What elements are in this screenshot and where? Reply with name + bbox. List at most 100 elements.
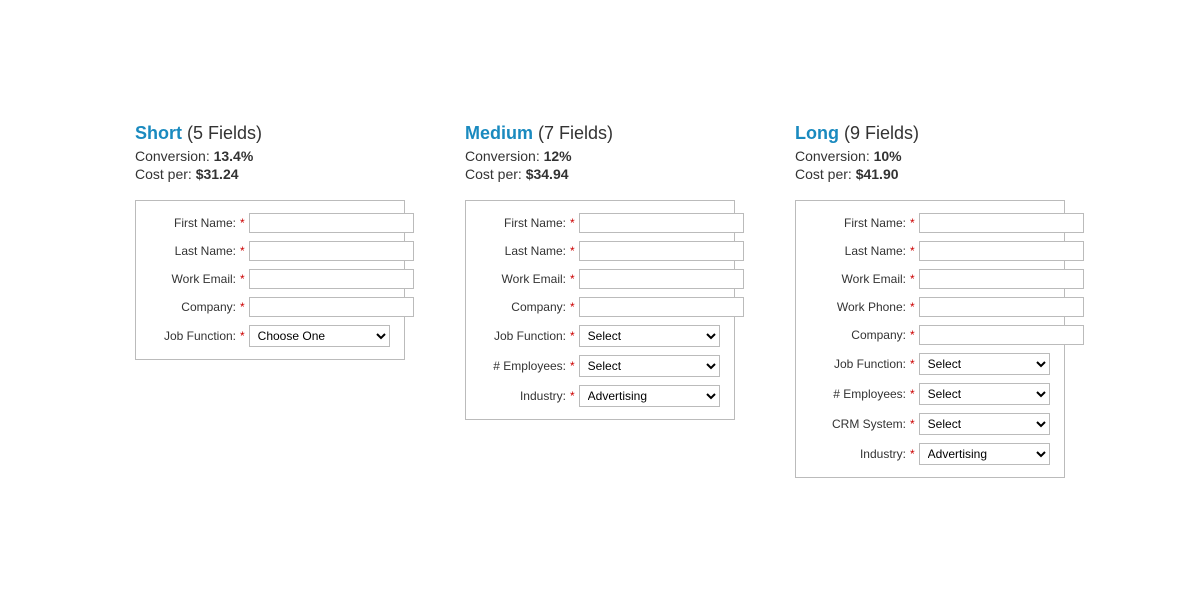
medium-field-row-0: First Name:* bbox=[480, 213, 720, 233]
medium-field-row-1: Last Name:* bbox=[480, 241, 720, 261]
short-field-row-0: First Name:* bbox=[150, 213, 390, 233]
long-conversion-value: 10% bbox=[874, 148, 902, 164]
medium-required-star-4: * bbox=[570, 329, 575, 343]
short-title: Short (5 Fields) bbox=[135, 123, 262, 144]
long-required-star-0: * bbox=[910, 216, 915, 230]
long-field-row-4: Company:* bbox=[810, 325, 1050, 345]
short-conversion: Conversion: 13.4% bbox=[135, 148, 253, 164]
long-select-7[interactable]: Select bbox=[919, 413, 1050, 435]
long-form-box: First Name:*Last Name:*Work Email:*Work … bbox=[795, 200, 1065, 478]
short-select-4[interactable]: Choose One bbox=[249, 325, 390, 347]
form-column-long: Long (9 Fields) Conversion: 10% Cost per: … bbox=[795, 123, 1065, 478]
medium-field-label-3: Company: bbox=[480, 300, 570, 314]
long-field-row-6: # Employees:*Select bbox=[810, 383, 1050, 405]
short-field-label-2: Work Email: bbox=[150, 272, 240, 286]
long-field-label-1: Last Name: bbox=[810, 244, 910, 258]
medium-cost: Cost per: $34.94 bbox=[465, 166, 569, 182]
medium-required-star-3: * bbox=[570, 300, 575, 314]
medium-field-label-6: Industry: bbox=[480, 389, 570, 403]
medium-required-star-2: * bbox=[570, 272, 575, 286]
short-required-star-2: * bbox=[240, 272, 245, 286]
medium-cost-value: $34.94 bbox=[526, 166, 569, 182]
medium-field-row-6: Industry:* Advertising bbox=[480, 385, 720, 407]
long-title-highlight: (9 Fields) bbox=[844, 123, 919, 143]
long-input-2[interactable] bbox=[919, 269, 1084, 289]
long-required-star-3: * bbox=[910, 300, 915, 314]
short-field-label-0: First Name: bbox=[150, 216, 240, 230]
long-select-6[interactable]: Select bbox=[919, 383, 1050, 405]
medium-field-label-5: # Employees: bbox=[480, 359, 570, 373]
short-field-label-4: Job Function: bbox=[150, 329, 240, 343]
short-field-row-2: Work Email:* bbox=[150, 269, 390, 289]
long-select-5[interactable]: Select bbox=[919, 353, 1050, 375]
long-input-0[interactable] bbox=[919, 213, 1084, 233]
medium-required-star-5: * bbox=[570, 359, 575, 373]
medium-field-row-5: # Employees:* Select bbox=[480, 355, 720, 377]
long-required-star-7: * bbox=[910, 417, 915, 431]
medium-input-0[interactable] bbox=[579, 213, 744, 233]
medium-title: Medium (7 Fields) bbox=[465, 123, 613, 144]
long-required-star-5: * bbox=[910, 357, 915, 371]
long-title: Long (9 Fields) bbox=[795, 123, 919, 144]
long-conversion: Conversion: 10% bbox=[795, 148, 902, 164]
medium-title-highlight: (7 Fields) bbox=[538, 123, 613, 143]
short-form-box: First Name:*Last Name:*Work Email:*Compa… bbox=[135, 200, 405, 360]
short-field-row-4: Job Function:* Choose One bbox=[150, 325, 390, 347]
long-field-row-1: Last Name:* bbox=[810, 241, 1050, 261]
medium-form-box: First Name:*Last Name:*Work Email:*Compa… bbox=[465, 200, 735, 420]
medium-input-1[interactable] bbox=[579, 241, 744, 261]
long-field-row-7: CRM System:*Select bbox=[810, 413, 1050, 435]
long-required-star-4: * bbox=[910, 328, 915, 342]
form-column-short: Short (5 Fields) Conversion: 13.4% Cost pe… bbox=[135, 123, 405, 360]
short-field-label-1: Last Name: bbox=[150, 244, 240, 258]
short-input-1[interactable] bbox=[249, 241, 414, 261]
long-field-label-0: First Name: bbox=[810, 216, 910, 230]
medium-input-3[interactable] bbox=[579, 297, 744, 317]
short-cost: Cost per: $31.24 bbox=[135, 166, 239, 182]
long-field-row-0: First Name:* bbox=[810, 213, 1050, 233]
short-conversion-value: 13.4% bbox=[214, 148, 254, 164]
short-required-star-3: * bbox=[240, 300, 245, 314]
long-title-plain: Long bbox=[795, 123, 844, 143]
short-title-highlight: (5 Fields) bbox=[187, 123, 262, 143]
long-field-label-2: Work Email: bbox=[810, 272, 910, 286]
long-select-8[interactable]: Advertising bbox=[919, 443, 1050, 465]
long-input-3[interactable] bbox=[919, 297, 1084, 317]
short-required-star-1: * bbox=[240, 244, 245, 258]
short-title-plain: Short bbox=[135, 123, 187, 143]
medium-required-star-1: * bbox=[570, 244, 575, 258]
long-required-star-8: * bbox=[910, 447, 915, 461]
medium-field-label-1: Last Name: bbox=[480, 244, 570, 258]
long-field-label-5: Job Function: bbox=[810, 357, 910, 371]
short-field-row-1: Last Name:* bbox=[150, 241, 390, 261]
medium-select-5[interactable]: Select bbox=[579, 355, 720, 377]
medium-field-row-4: Job Function:*Select bbox=[480, 325, 720, 347]
short-input-3[interactable] bbox=[249, 297, 414, 317]
long-input-1[interactable] bbox=[919, 241, 1084, 261]
short-input-0[interactable] bbox=[249, 213, 414, 233]
long-required-star-6: * bbox=[910, 387, 915, 401]
long-field-label-8: Industry: bbox=[810, 447, 910, 461]
long-field-row-5: Job Function:* Select bbox=[810, 353, 1050, 375]
page-wrapper: Short (5 Fields) Conversion: 13.4% Cost pe… bbox=[95, 83, 1105, 518]
medium-conversion: Conversion: 12% bbox=[465, 148, 572, 164]
medium-conversion-value: 12% bbox=[544, 148, 572, 164]
medium-field-label-2: Work Email: bbox=[480, 272, 570, 286]
medium-select-4[interactable]: Select bbox=[579, 325, 720, 347]
short-input-2[interactable] bbox=[249, 269, 414, 289]
long-input-4[interactable] bbox=[919, 325, 1084, 345]
long-cost: Cost per: $41.90 bbox=[795, 166, 899, 182]
short-required-star-4: * bbox=[240, 329, 245, 343]
medium-select-6[interactable]: Advertising bbox=[579, 385, 720, 407]
short-required-star-0: * bbox=[240, 216, 245, 230]
medium-field-row-3: Company:* bbox=[480, 297, 720, 317]
medium-field-row-2: Work Email:* bbox=[480, 269, 720, 289]
medium-input-2[interactable] bbox=[579, 269, 744, 289]
long-field-label-3: Work Phone: bbox=[810, 300, 910, 314]
long-field-row-3: Work Phone:* bbox=[810, 297, 1050, 317]
medium-required-star-6: * bbox=[570, 389, 575, 403]
short-field-row-3: Company:* bbox=[150, 297, 390, 317]
long-field-row-2: Work Email:* bbox=[810, 269, 1050, 289]
long-field-row-8: Industry:* Advertising bbox=[810, 443, 1050, 465]
short-cost-value: $31.24 bbox=[196, 166, 239, 182]
